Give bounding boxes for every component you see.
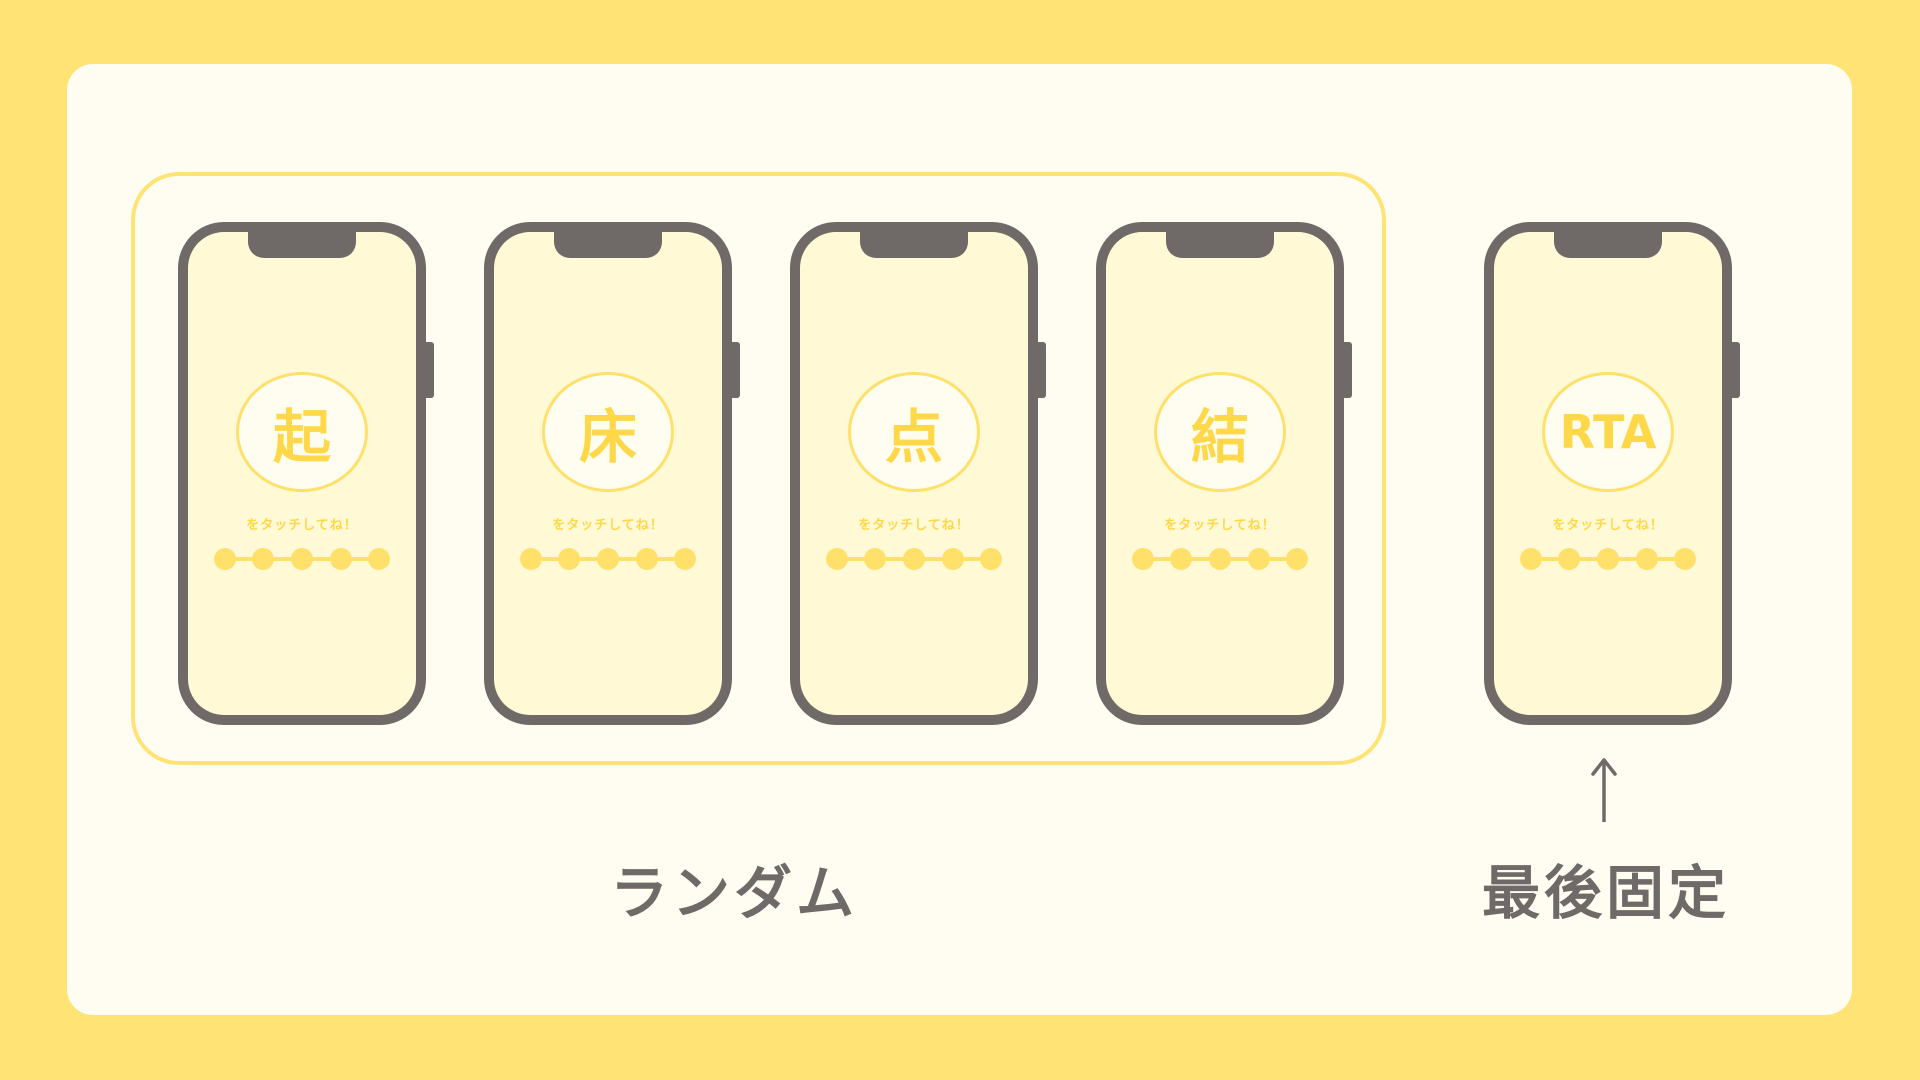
phone-screen: RTA をタッチしてね！ (1494, 232, 1722, 715)
phone-side-button (1344, 342, 1352, 398)
progress-dot (1248, 548, 1270, 570)
progress-dot (1209, 548, 1231, 570)
progress-dot (826, 548, 848, 570)
random-label: ランダム (610, 859, 859, 927)
touch-hint-text: をタッチしてね！ (858, 518, 970, 533)
progress-dot (864, 548, 886, 570)
progress-dots (1520, 548, 1696, 570)
progress-dots (826, 548, 1002, 570)
touch-target-circle[interactable]: 点 (848, 372, 980, 492)
progress-dot (903, 548, 925, 570)
progress-dots (1132, 548, 1308, 570)
progress-dot (1597, 548, 1619, 570)
progress-dots (520, 548, 696, 570)
phone-mockup-fixed: RTA をタッチしてね！ (1484, 222, 1740, 725)
phone-side-button (732, 342, 740, 398)
phone-mockup: 結 をタッチしてね！ (1096, 222, 1352, 725)
phone-notch (248, 232, 356, 258)
arrow-up-icon (1591, 758, 1617, 822)
phone-mockup: 点 をタッチしてね！ (790, 222, 1046, 725)
phone-side-button (1038, 342, 1046, 398)
touch-target-circle[interactable]: RTA (1542, 372, 1674, 492)
phone-screen: 点 をタッチしてね！ (800, 232, 1028, 715)
phone-mockup: 床 をタッチしてね！ (484, 222, 740, 725)
progress-dot (1636, 548, 1658, 570)
progress-dot (1132, 548, 1154, 570)
progress-dots (214, 548, 390, 570)
phone-notch (860, 232, 968, 258)
progress-dot (636, 548, 658, 570)
phone-mockup: 起 をタッチしてね！ (178, 222, 434, 725)
touch-hint-text: をタッチしてね！ (552, 518, 664, 533)
progress-dot (942, 548, 964, 570)
phone-side-button (1732, 342, 1740, 398)
progress-dot (291, 548, 313, 570)
touch-target-circle[interactable]: 結 (1154, 372, 1286, 492)
phone-notch (554, 232, 662, 258)
progress-dot (980, 548, 1002, 570)
progress-dot (1286, 548, 1308, 570)
progress-dot (597, 548, 619, 570)
fixed-last-label: 最後固定 (1482, 859, 1731, 927)
touch-hint-text: をタッチしてね！ (1164, 518, 1276, 533)
phone-notch (1554, 232, 1662, 258)
progress-dot (214, 548, 236, 570)
progress-dot (1520, 548, 1542, 570)
phone-side-button (426, 342, 434, 398)
progress-dot (1558, 548, 1580, 570)
touch-hint-text: をタッチしてね！ (1552, 518, 1664, 533)
progress-dot (1674, 548, 1696, 570)
touch-target-circle[interactable]: 床 (542, 372, 674, 492)
progress-dot (1170, 548, 1192, 570)
phone-screen: 結 をタッチしてね！ (1106, 232, 1334, 715)
progress-dot (252, 548, 274, 570)
progress-dot (330, 548, 352, 570)
progress-dot (368, 548, 390, 570)
progress-dot (520, 548, 542, 570)
phone-screen: 起 をタッチしてね！ (188, 232, 416, 715)
progress-dot (558, 548, 580, 570)
progress-dot (674, 548, 696, 570)
touch-hint-text: をタッチしてね！ (246, 518, 358, 533)
touch-target-circle[interactable]: 起 (236, 372, 368, 492)
phone-screen: 床 をタッチしてね！ (494, 232, 722, 715)
phone-notch (1166, 232, 1274, 258)
